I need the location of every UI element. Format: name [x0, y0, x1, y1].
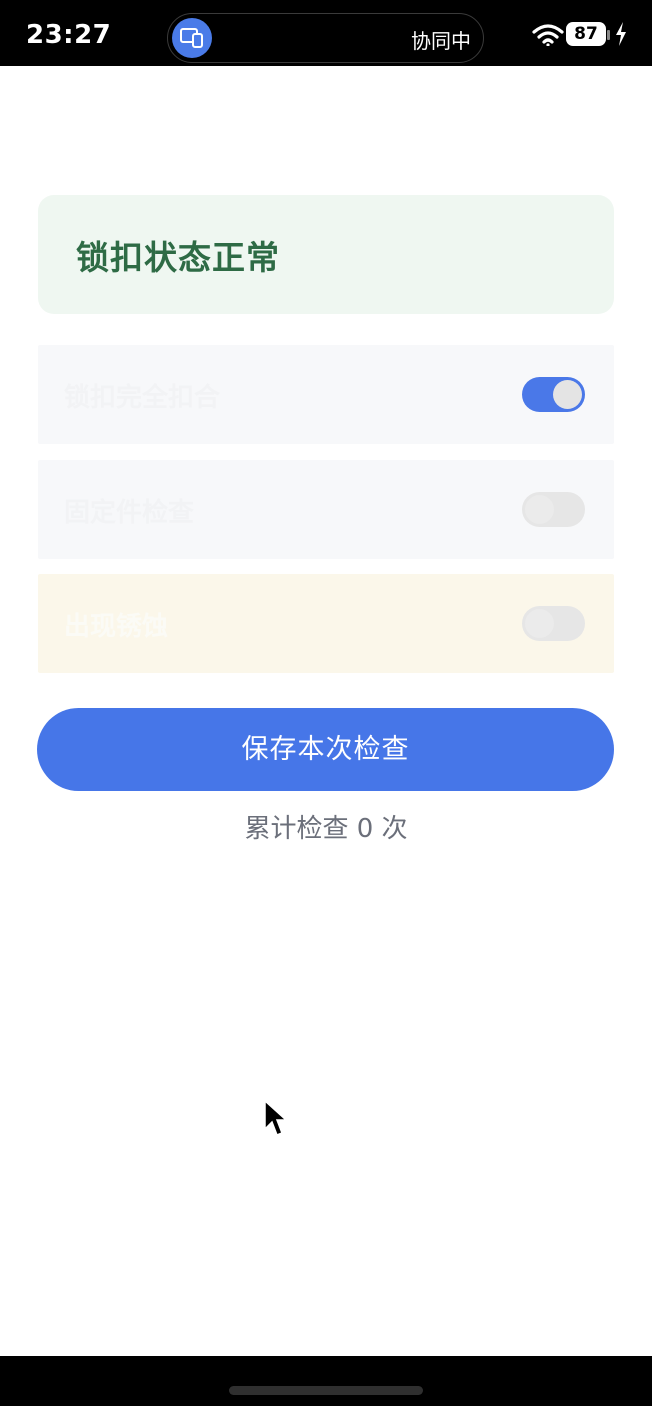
rust-toggle[interactable] — [522, 606, 585, 641]
dynamic-island[interactable]: 协同中 — [167, 13, 484, 63]
check-row-rust[interactable]: 出现锈蚀 — [38, 574, 614, 673]
status-bar: 23:27 协同中 87 — [0, 0, 652, 66]
bottom-bar — [0, 1356, 652, 1406]
check-label: 锁扣完全扣合 — [64, 383, 221, 413]
clock: 23:27 — [26, 20, 112, 50]
toggle-knob — [525, 609, 554, 638]
lock-status-title: 锁扣状态正常 — [76, 238, 280, 277]
battery-cap — [607, 30, 610, 40]
battery-icon: 87 — [566, 22, 606, 46]
check-row-fixture[interactable]: 固定件检查 — [38, 460, 614, 559]
wifi-icon — [532, 24, 564, 46]
collaboration-label: 协同中 — [411, 29, 471, 53]
home-indicator[interactable] — [229, 1386, 423, 1395]
save-check-button[interactable]: 保存本次检查 — [37, 708, 614, 791]
lock-status-card: 锁扣状态正常 — [38, 195, 614, 314]
fixture-check-toggle[interactable] — [522, 492, 585, 527]
check-row-lock-engaged[interactable]: 锁扣完全扣合 — [38, 345, 614, 444]
toggle-knob — [553, 380, 582, 409]
check-count-text: 累计检查 0 次 — [244, 814, 408, 844]
screen-share-icon — [172, 18, 212, 58]
lock-engaged-toggle[interactable] — [522, 377, 585, 412]
mouse-cursor-icon — [264, 1099, 288, 1136]
toggle-knob — [525, 495, 554, 524]
check-label: 固定件检查 — [64, 498, 195, 528]
check-label: 出现锈蚀 — [64, 612, 169, 642]
charging-bolt-icon — [616, 22, 626, 46]
